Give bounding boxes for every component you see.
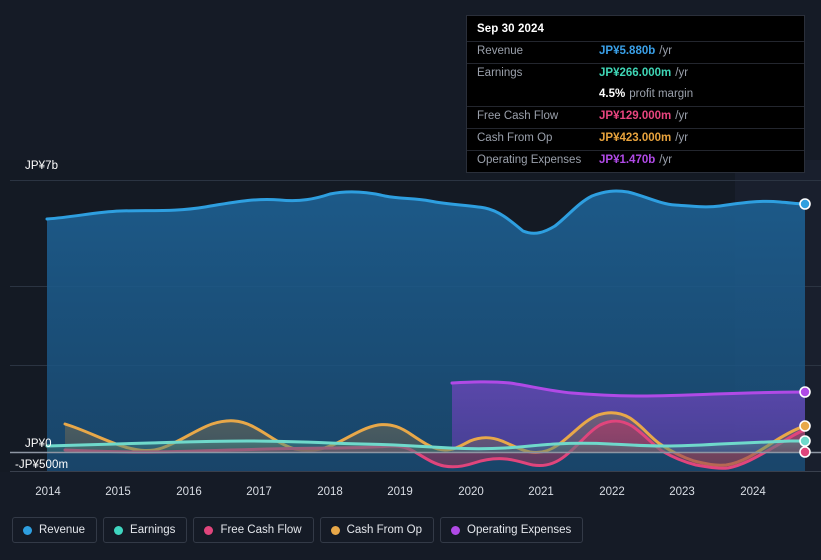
financial-chart: JP¥7b JP¥0 -JP¥500m 2014 2015 2016 2017 … [0, 0, 821, 560]
data-tooltip-panel: Sep 30 2024 Revenue JP¥5.880b /yr Earnin… [466, 15, 805, 173]
endpoint-cash-from-op [799, 420, 811, 432]
chart-legend: Revenue Earnings Free Cash Flow Cash Fro… [12, 517, 584, 543]
tooltip-suffix-profit-margin: profit margin [629, 88, 694, 100]
legend-item-operating-expenses[interactable]: Operating Expenses [440, 517, 584, 543]
legend-item-cash-from-op[interactable]: Cash From Op [319, 517, 435, 543]
x-tick-2019: 2019 [387, 486, 413, 498]
tooltip-label-cash-from-op: Cash From Op [477, 132, 553, 144]
tooltip-value-free-cash-flow: JP¥129.000m [599, 110, 672, 122]
y-axis-label-zero: JP¥0 [25, 438, 52, 450]
tooltip-row-operating-expenses: Operating Expenses JP¥1.470b /yr [467, 150, 804, 172]
legend-label-cash-from-op: Cash From Op [346, 524, 423, 536]
legend-dot-cash-from-op-icon [330, 525, 340, 535]
legend-dot-revenue-icon [23, 525, 32, 535]
endpoint-free-cash-flow [799, 446, 811, 458]
tooltip-label-earnings: Earnings [477, 67, 523, 79]
x-tick-2024: 2024 [740, 486, 766, 498]
endpoint-revenue [799, 198, 811, 210]
tooltip-label-operating-expenses: Operating Expenses [477, 154, 582, 166]
legend-dot-earnings-icon [114, 525, 124, 535]
legend-item-revenue[interactable]: Revenue [12, 517, 98, 543]
tooltip-suffix-cash-from-op: /yr [675, 132, 689, 144]
tooltip-row-earnings: Earnings JP¥266.000m /yr [467, 63, 804, 85]
legend-item-free-cash-flow[interactable]: Free Cash Flow [193, 517, 314, 543]
legend-label-earnings: Earnings [130, 524, 176, 536]
tooltip-value-profit-margin: 4.5% [599, 88, 626, 100]
x-tick-2020: 2020 [458, 486, 484, 498]
tooltip-value-revenue: JP¥5.880b [599, 45, 656, 57]
x-tick-2021: 2021 [528, 486, 554, 498]
tooltip-row-profit-margin: 4.5% profit margin [467, 85, 804, 106]
tooltip-suffix-earnings: /yr [675, 67, 689, 79]
endpoint-earnings [799, 435, 811, 447]
legend-label-free-cash-flow: Free Cash Flow [220, 524, 302, 536]
x-tick-2016: 2016 [176, 486, 202, 498]
x-tick-2014: 2014 [35, 486, 61, 498]
x-tick-2023: 2023 [669, 486, 695, 498]
tooltip-value-operating-expenses: JP¥1.470b [599, 154, 656, 166]
tooltip-date: Sep 30 2024 [477, 23, 544, 35]
tooltip-row-revenue: Revenue JP¥5.880b /yr [467, 41, 804, 63]
tooltip-suffix-free-cash-flow: /yr [675, 110, 689, 122]
legend-label-operating-expenses: Operating Expenses [467, 524, 572, 536]
endpoint-operating-expenses [799, 386, 811, 398]
tooltip-label-revenue: Revenue [477, 45, 524, 57]
tooltip-value-cash-from-op: JP¥423.000m [599, 132, 672, 144]
legend-dot-operating-expenses-icon [451, 525, 461, 535]
x-tick-2022: 2022 [599, 486, 625, 498]
tooltip-row-cash-from-op: Cash From Op JP¥423.000m /yr [467, 128, 804, 150]
x-tick-2017: 2017 [246, 486, 272, 498]
tooltip-suffix-revenue: /yr [659, 45, 673, 57]
y-axis-label-top: JP¥7b [25, 160, 59, 172]
legend-item-earnings[interactable]: Earnings [103, 517, 188, 543]
x-tick-2018: 2018 [317, 486, 343, 498]
legend-dot-free-cash-flow-icon [204, 525, 214, 535]
y-axis-label-bottom: -JP¥500m [15, 459, 69, 471]
tooltip-suffix-operating-expenses: /yr [659, 154, 673, 166]
tooltip-row-free-cash-flow: Free Cash Flow JP¥129.000m /yr [467, 106, 804, 128]
legend-label-revenue: Revenue [39, 524, 86, 536]
tooltip-value-earnings: JP¥266.000m [599, 67, 672, 79]
tooltip-label-free-cash-flow: Free Cash Flow [477, 110, 559, 122]
x-tick-2015: 2015 [105, 486, 131, 498]
